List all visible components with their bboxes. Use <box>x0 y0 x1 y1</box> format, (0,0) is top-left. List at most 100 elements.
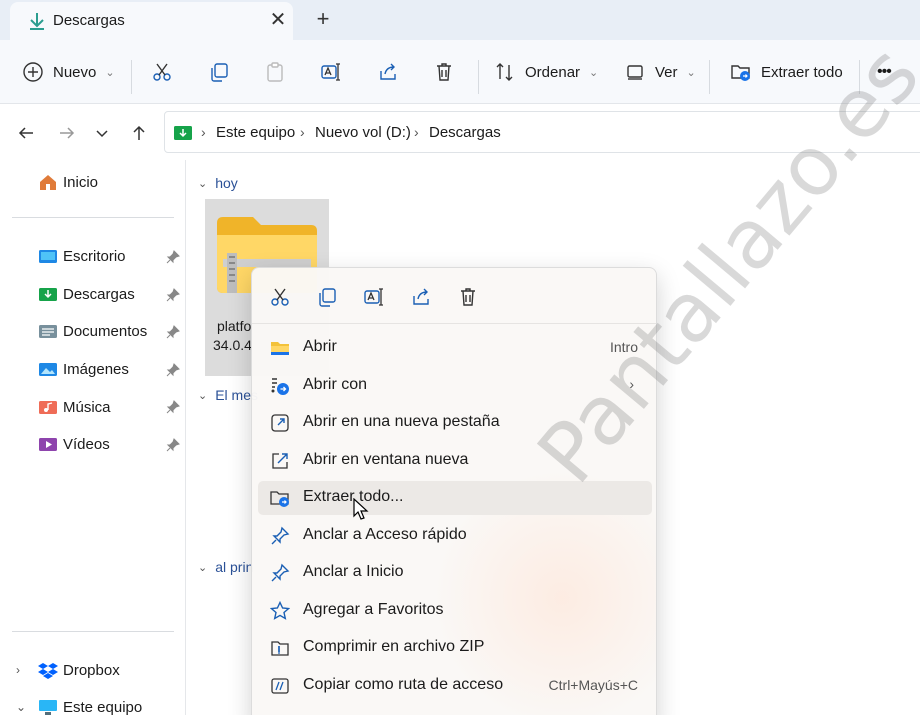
sidebar-item-descargas[interactable]: Descargas <box>38 281 135 307</box>
back-button[interactable] <box>13 120 39 146</box>
sort-button[interactable]: Ordenar ⌄ <box>494 54 598 90</box>
group-header-principio[interactable]: ⌄ al prin <box>198 559 253 575</box>
chevron-right-icon: › <box>629 376 634 392</box>
sidebar-divider <box>12 631 174 632</box>
downloads-folder-icon <box>39 288 57 301</box>
command-bar: Nuevo ⌄ Ordenar ⌄ Ver ⌄ Extraer todo ••• <box>0 40 920 104</box>
paste-button[interactable] <box>264 54 286 90</box>
menu-item-anclar-acceso-rapido[interactable]: Anclar a Acceso rápido <box>258 519 652 553</box>
folder-icon <box>271 342 289 355</box>
sidebar-item-label: Inicio <box>63 173 99 191</box>
sidebar-item-escritorio[interactable]: Escritorio <box>38 243 126 269</box>
expand-chevron-icon[interactable]: ⌄ <box>16 700 26 714</box>
breadcrumb-nuevo-vol[interactable]: Nuevo vol (D:) <box>315 124 411 141</box>
view-button[interactable]: Ver ⌄ <box>624 54 696 90</box>
sidebar-item-label: Dropbox <box>63 661 120 679</box>
forward-button[interactable] <box>54 120 80 146</box>
context-menu-quick-actions <box>252 268 656 324</box>
menu-item-extraer-todo[interactable]: Extraer todo... <box>258 481 652 515</box>
more-options-button[interactable]: ••• <box>877 54 892 90</box>
menu-item-comprimir-zip[interactable]: Comprimir en archivo ZIP <box>258 631 652 665</box>
breadcrumb-descargas[interactable]: Descargas <box>429 124 501 141</box>
tab-descargas[interactable]: Descargas ✕ <box>10 2 293 40</box>
menu-item-label: Anclar a Inicio <box>303 563 404 580</box>
context-menu: Abrir Intro Abrir con › Abrir en una nue… <box>251 267 657 715</box>
new-tab-button[interactable]: + <box>310 6 336 32</box>
rename-button[interactable] <box>320 54 342 90</box>
copy-icon[interactable] <box>316 286 338 308</box>
arrow-left-icon <box>18 127 33 139</box>
group-header-hoy[interactable]: ⌄ hoy <box>198 175 238 191</box>
menu-item-label: Anclar a Acceso rápido <box>303 526 467 543</box>
address-bar[interactable]: › Este equipo › Nuevo vol (D:) › Descarg… <box>164 111 920 153</box>
dropbox-icon <box>38 663 58 679</box>
new-tab-icon <box>271 414 289 432</box>
menu-item-label: Abrir con <box>303 376 368 393</box>
group-header-mes[interactable]: ⌄ El mes <box>198 387 258 403</box>
delete-button[interactable] <box>433 54 455 90</box>
menu-item-label: Abrir en ventana nueva <box>303 451 469 468</box>
copy-path-icon <box>271 678 289 694</box>
sidebar-item-documentos[interactable]: Documentos <box>38 318 147 344</box>
copy-button[interactable] <box>208 54 230 90</box>
breadcrumb-este-equipo[interactable]: Este equipo <box>216 124 295 141</box>
music-folder-icon <box>39 401 57 414</box>
rename-icon[interactable] <box>363 286 385 308</box>
pin-icon <box>166 250 180 264</box>
documents-folder-icon <box>39 325 57 338</box>
toolbar-divider <box>709 60 710 94</box>
trash-icon[interactable] <box>457 286 479 308</box>
rename-icon <box>321 63 340 81</box>
menu-item-shortcut: Ctrl+Mayús+C <box>548 677 638 693</box>
toolbar-divider <box>131 60 132 94</box>
chevron-down-icon: ⌄ <box>198 389 208 402</box>
sidebar-item-videos[interactable]: Vídeos <box>38 431 110 457</box>
zip-icon <box>271 641 289 656</box>
menu-item-abrir-con[interactable]: Abrir con › <box>258 369 652 403</box>
menu-item-abrir[interactable]: Abrir Intro <box>258 331 652 365</box>
chevron-down-icon: ⌄ <box>198 177 208 190</box>
share-button[interactable] <box>377 54 399 90</box>
sidebar-item-imagenes[interactable]: Imágenes <box>38 356 129 382</box>
sidebar-item-dropbox[interactable]: Dropbox <box>38 657 120 683</box>
group-label: hoy <box>215 175 238 191</box>
cut-button[interactable] <box>151 54 173 90</box>
menu-item-label: Abrir en una nueva pestaña <box>303 413 500 430</box>
sidebar-divider <box>12 217 174 218</box>
breadcrumb-separator: › <box>201 124 206 140</box>
home-icon <box>40 175 56 190</box>
extract-icon <box>270 491 289 507</box>
tab-strip: Descargas ✕ + <box>0 0 920 40</box>
chevron-down-icon: ⌄ <box>589 66 599 79</box>
star-icon <box>270 601 290 620</box>
scissors-icon[interactable] <box>269 286 291 308</box>
menu-item-ventana-nueva[interactable]: Abrir en ventana nueva <box>258 444 652 478</box>
recent-locations-button[interactable] <box>89 120 115 146</box>
share-icon <box>380 63 396 80</box>
menu-item-anclar-inicio[interactable]: Anclar a Inicio <box>258 556 652 590</box>
group-label: al prin <box>215 559 254 575</box>
menu-item-copiar-ruta[interactable]: Copiar como ruta de acceso Ctrl+Mayús+C <box>258 669 652 703</box>
sidebar-item-inicio[interactable]: Inicio <box>38 169 98 195</box>
pin-icon <box>166 438 180 452</box>
sidebar-item-musica[interactable]: Música <box>38 394 111 420</box>
arrow-right-icon <box>60 127 75 139</box>
new-button-label: Nuevo <box>53 63 97 81</box>
view-button-label: Ver <box>655 63 678 81</box>
extract-folder-icon <box>731 65 750 81</box>
extract-all-button[interactable]: Extraer todo <box>730 54 843 90</box>
new-window-icon <box>272 453 288 469</box>
sidebar-item-este-equipo[interactable]: Este equipo <box>38 694 142 715</box>
menu-item-nueva-pestana[interactable]: Abrir en una nueva pestaña <box>258 406 652 440</box>
up-button[interactable] <box>126 120 152 146</box>
copy-icon <box>211 63 228 82</box>
pictures-folder-icon <box>39 363 57 376</box>
breadcrumb-separator: › <box>414 124 419 140</box>
more-icon: ••• <box>877 63 892 80</box>
close-tab-button[interactable]: ✕ <box>266 8 290 32</box>
expand-chevron-icon[interactable]: › <box>16 663 20 677</box>
share-icon[interactable] <box>410 286 432 308</box>
new-button[interactable]: Nuevo ⌄ <box>22 54 115 90</box>
menu-item-agregar-favoritos[interactable]: Agregar a Favoritos <box>258 594 652 628</box>
navigation-pane: Inicio Escritorio Descargas Documentos I… <box>0 160 186 715</box>
